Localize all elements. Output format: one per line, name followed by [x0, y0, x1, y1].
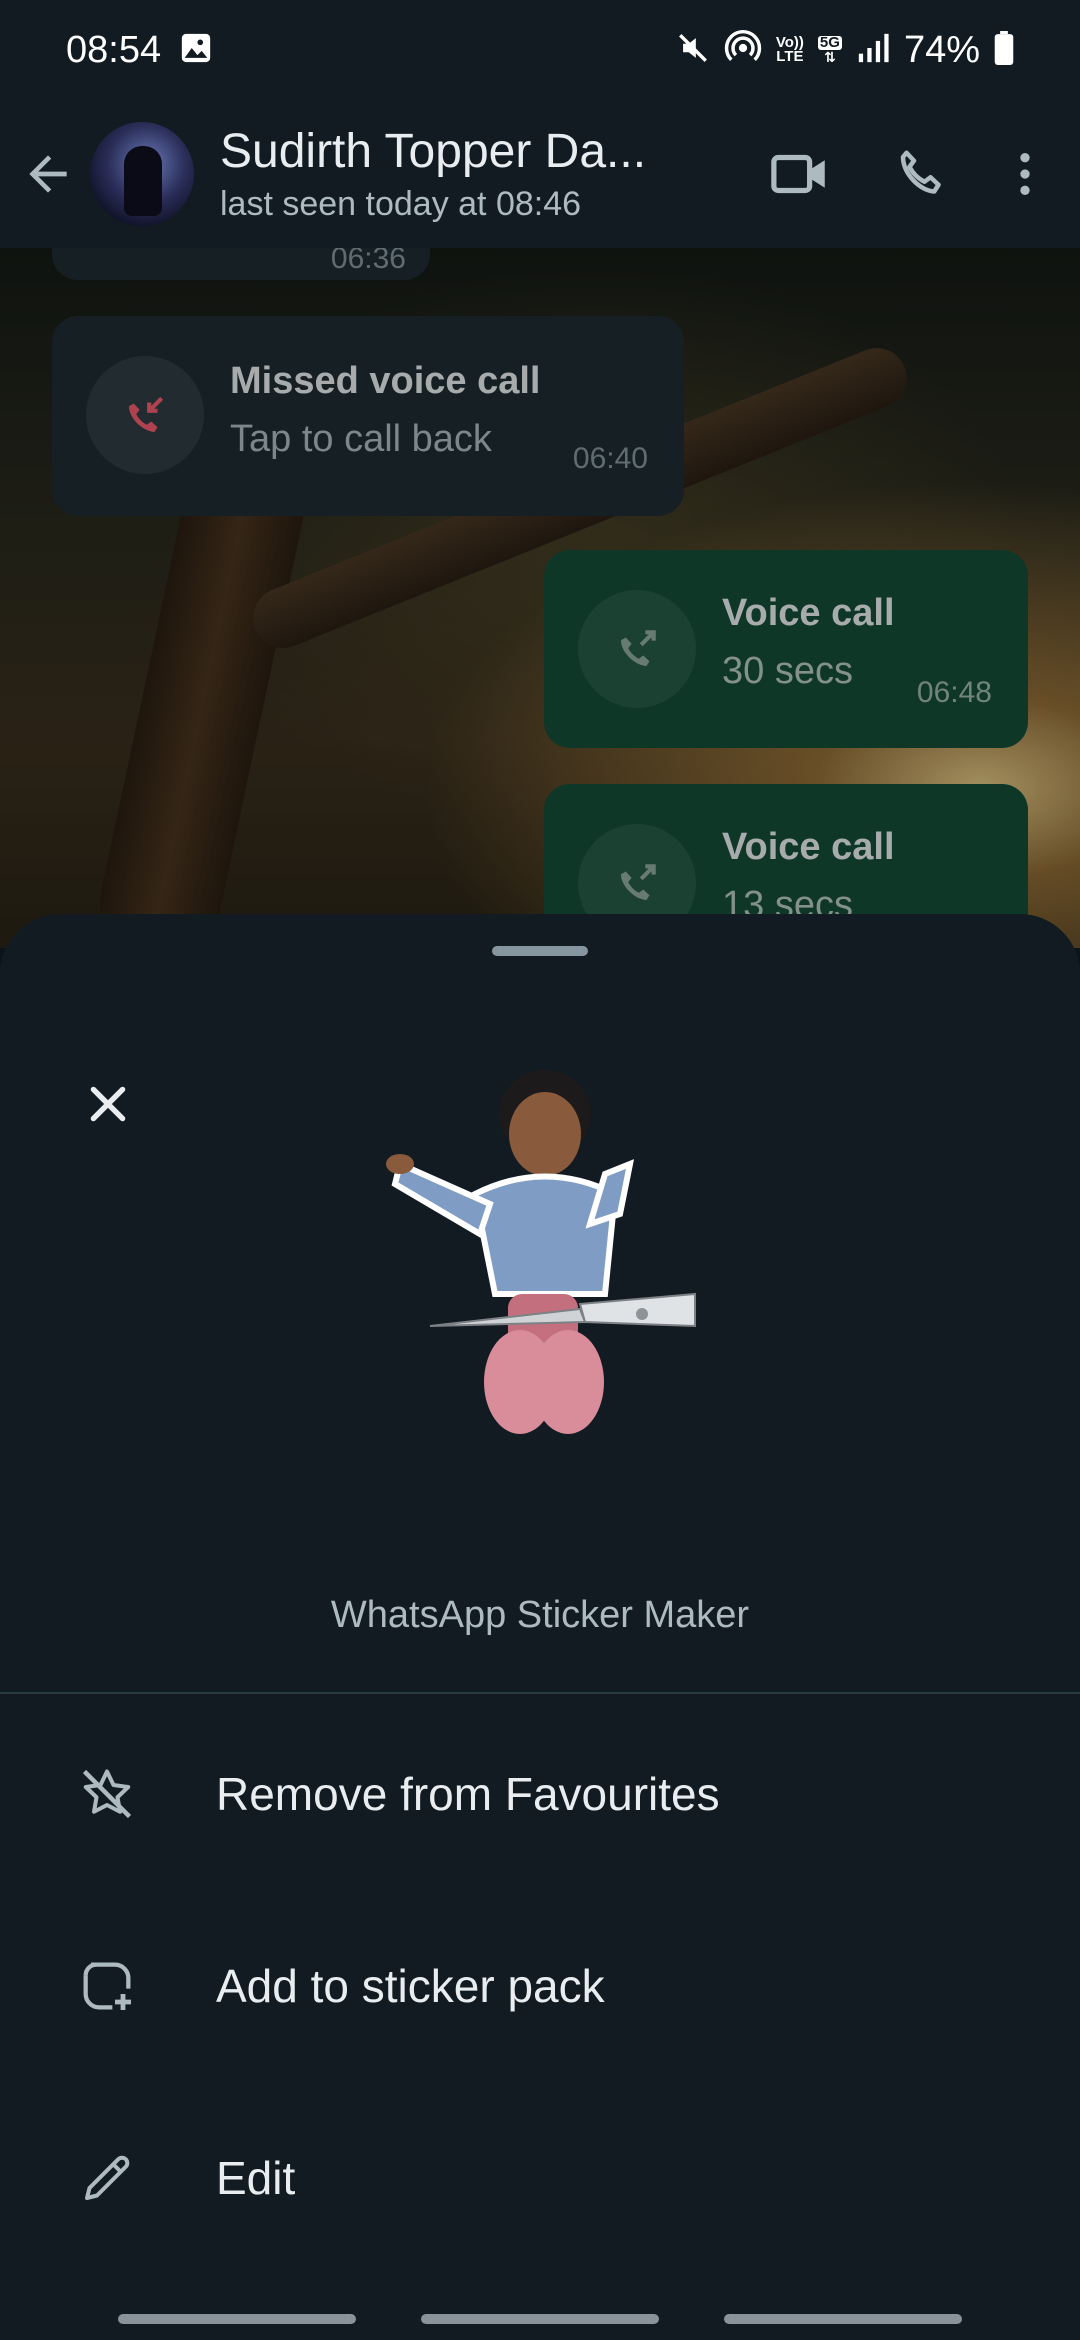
close-icon — [90, 1086, 126, 1122]
chat-header: Sudirth Topper Da... last seen today at … — [0, 100, 1080, 248]
add-sticker-icon — [52, 1931, 162, 2041]
signal-icon — [856, 31, 890, 70]
menu-label: Add to sticker pack — [216, 1960, 605, 2012]
sticker-preview-image — [386, 1070, 696, 1434]
status-bar: 08:54 Vo)) LTE 5G ⇅ 74% — [0, 0, 1080, 100]
nav-home-button[interactable] — [421, 2314, 659, 2324]
network-type-label: 5G — [817, 34, 842, 51]
add-to-sticker-pack-item[interactable]: Add to sticker pack — [0, 1896, 1080, 2076]
hotspot-icon — [724, 29, 762, 72]
back-button[interactable] — [8, 100, 88, 248]
volte-bottom-label: LTE — [776, 48, 804, 65]
remove-from-favourites-item[interactable]: Remove from Favourites — [0, 1704, 1080, 1884]
video-call-button[interactable] — [740, 114, 860, 234]
divider — [0, 1692, 1080, 1694]
contact-info[interactable]: Sudirth Topper Da... last seen today at … — [220, 124, 660, 224]
battery-icon — [994, 30, 1014, 70]
close-button[interactable] — [68, 1064, 148, 1144]
edit-item[interactable]: Edit — [0, 2088, 1080, 2268]
back-arrow-icon — [29, 155, 67, 193]
star-off-icon — [52, 1739, 162, 1849]
video-call-icon — [771, 154, 825, 194]
more-options-button[interactable] — [980, 114, 1070, 234]
status-time: 08:54 — [66, 28, 162, 71]
voice-call-button[interactable] — [860, 114, 980, 234]
scrim[interactable] — [0, 248, 1080, 948]
avatar[interactable] — [90, 122, 194, 226]
phone-icon — [900, 150, 941, 194]
nav-back-button[interactable] — [724, 2314, 962, 2324]
more-vert-icon — [1020, 153, 1030, 195]
nav-recents-button[interactable] — [118, 2314, 356, 2324]
menu-label: Remove from Favourites — [216, 1768, 720, 1820]
mute-icon — [676, 31, 710, 70]
network-type-indicator: 5G ⇅ — [817, 34, 842, 65]
menu-label: Edit — [216, 2152, 296, 2204]
contact-name: Sudirth Topper Da... — [220, 125, 647, 178]
volte-indicator: Vo)) LTE — [776, 35, 804, 65]
pencil-icon — [52, 2123, 162, 2233]
sticker-bottom-sheet: WhatsApp Sticker Maker Remove from Favou… — [0, 914, 1080, 2340]
gallery-notification-icon — [179, 31, 213, 70]
system-nav-bar — [0, 2296, 1080, 2340]
battery-percent: 74% — [903, 28, 980, 71]
drag-handle[interactable] — [492, 946, 588, 956]
sticker-source-label: WhatsApp Sticker Maker — [330, 1594, 750, 1636]
last-seen-status: last seen today at 08:46 — [220, 185, 582, 223]
